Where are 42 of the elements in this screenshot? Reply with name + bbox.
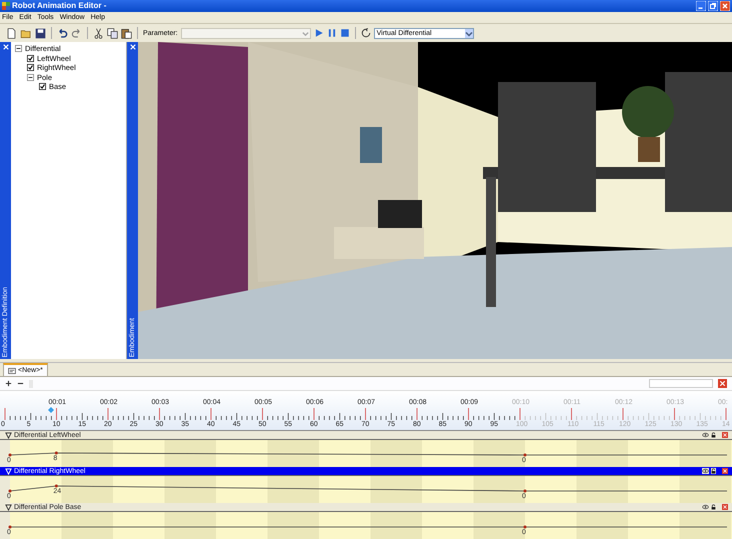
save-icon[interactable] — [35, 28, 46, 38]
paste-icon[interactable] — [121, 28, 132, 38]
document-icon — [8, 368, 16, 374]
collapse-icon[interactable] — [5, 504, 12, 510]
lock-icon[interactable] — [711, 504, 716, 510]
eye-icon[interactable] — [702, 468, 709, 474]
app-icon — [2, 2, 10, 10]
open-folder-icon[interactable] — [20, 28, 32, 38]
dropdown-arrow-icon[interactable] — [464, 28, 473, 38]
checked-checkbox-icon[interactable] — [27, 54, 34, 62]
lock-icon[interactable] — [711, 432, 716, 438]
playhead-marker-icon[interactable] — [48, 407, 54, 413]
add-icon[interactable] — [5, 380, 12, 387]
collapse-icon[interactable] — [27, 74, 34, 81]
refresh-icon[interactable] — [360, 28, 371, 38]
close-icon[interactable] — [718, 379, 727, 388]
close-icon[interactable] — [2, 44, 8, 50]
close-icon[interactable] — [722, 432, 728, 438]
checked-checkbox-icon[interactable] — [27, 64, 34, 72]
close-icon[interactable] — [722, 468, 728, 474]
search-field[interactable] — [649, 379, 713, 388]
play-icon[interactable] — [314, 28, 324, 38]
close-icon[interactable] — [722, 504, 728, 510]
close-icon[interactable] — [130, 44, 136, 50]
eye-icon[interactable] — [702, 504, 709, 510]
undo-icon[interactable] — [57, 28, 68, 38]
stop-icon[interactable] — [340, 28, 350, 38]
pause-icon[interactable] — [326, 28, 337, 38]
close-icon[interactable] — [720, 1, 730, 11]
minimize-icon[interactable] — [696, 1, 706, 11]
redo-icon[interactable] — [71, 28, 82, 38]
window-title: Robot Animation Editor - — [12, 2, 108, 10]
checked-checkbox-icon[interactable] — [39, 83, 46, 90]
collapse-icon[interactable] — [15, 45, 22, 52]
collapse-icon[interactable] — [5, 432, 12, 438]
cut-icon[interactable] — [93, 28, 104, 38]
new-file-icon[interactable] — [6, 28, 17, 38]
copy-icon[interactable] — [107, 28, 118, 38]
lock-icon[interactable] — [711, 468, 716, 474]
restore-icon[interactable] — [708, 1, 718, 11]
eye-icon[interactable] — [702, 432, 709, 438]
remove-icon[interactable] — [17, 380, 24, 387]
